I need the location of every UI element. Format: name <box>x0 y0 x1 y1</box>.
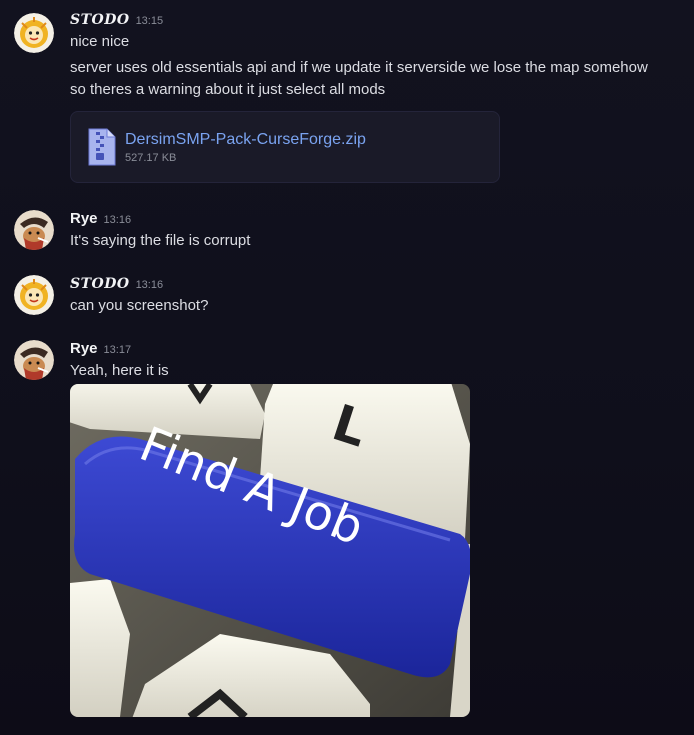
message-text: so theres a warning about it just select… <box>70 81 386 98</box>
message-header: STODO 13:16 <box>70 275 163 293</box>
message-text: server uses old essentials api and if we… <box>70 59 648 76</box>
image-attachment[interactable]: Find A Job L <box>70 384 470 717</box>
message-text: Yeah, here it is <box>70 362 169 379</box>
avatar-rye[interactable] <box>14 340 54 380</box>
message-header: Rye 13:17 <box>70 340 131 358</box>
username[interactable]: Rye <box>70 210 98 227</box>
username[interactable]: STODO <box>70 276 130 292</box>
avatar-stodo[interactable] <box>14 13 54 53</box>
avatar-rye[interactable] <box>14 210 54 250</box>
message-text: nice nice <box>70 33 130 50</box>
file-name-link[interactable]: DersimSMP-Pack-CurseForge.zip <box>125 131 366 149</box>
file-size: 527.17 KB <box>125 152 177 164</box>
message-header: STODO 13:15 <box>70 11 163 29</box>
avatar-stodo[interactable] <box>14 275 54 315</box>
message-text: can you screenshot? <box>70 297 209 314</box>
message-header: Rye 13:16 <box>70 210 131 228</box>
message-text: It's saying the file is corrupt <box>70 232 251 249</box>
username[interactable]: STODO <box>70 12 130 28</box>
timestamp: 13:16 <box>135 279 164 291</box>
zip-file-icon <box>87 127 117 172</box>
timestamp: 13:15 <box>135 15 164 27</box>
file-attachment[interactable]: DersimSMP-Pack-CurseForge.zip 527.17 KB <box>70 111 500 183</box>
timestamp: 13:17 <box>103 344 132 356</box>
username[interactable]: Rye <box>70 340 98 357</box>
timestamp: 13:16 <box>103 214 132 226</box>
